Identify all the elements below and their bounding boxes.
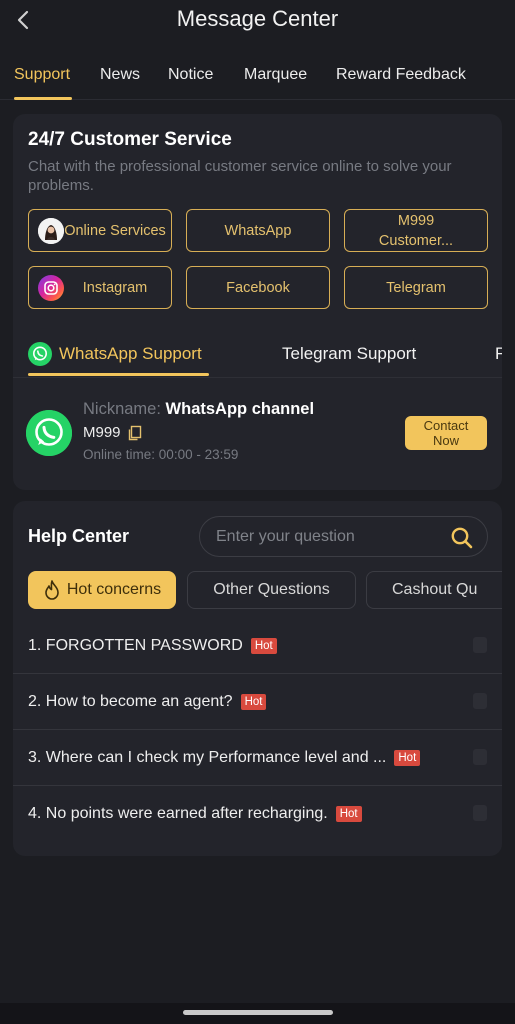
facebook-button[interactable]: Facebook [186, 266, 330, 309]
tab-news[interactable]: News [100, 66, 140, 84]
category-hot-concerns[interactable]: Hot concerns [28, 571, 176, 609]
online-time-label: Online time: [83, 447, 156, 462]
category-cashout-label: Cashout Qu [392, 581, 478, 598]
tab-telegram-support[interactable]: Telegram Support [282, 344, 416, 364]
hot-badge: Hot [250, 638, 277, 654]
account-value: M999 [83, 424, 121, 441]
faq-question-text: 1. FORGOTTEN PASSWORD [28, 637, 243, 654]
m999-customer-button[interactable]: M999 Customer... [344, 209, 488, 252]
m999-customer-label: M999 Customer... [378, 212, 454, 249]
copy-icon[interactable] [127, 425, 143, 441]
faq-item[interactable]: 2. How to become an agent? Hot [13, 674, 502, 730]
nickname-label: Nickname: [83, 400, 161, 418]
help-center-title: Help Center [28, 526, 130, 546]
help-center-card: Help Center Hot concerns Other Questions… [13, 501, 502, 856]
active-tab-indicator [14, 97, 72, 100]
online-time-value: 00:00 - 23:59 [158, 447, 239, 462]
tab-support[interactable]: Support [14, 66, 70, 84]
customer-service-title: 24/7 Customer Service [28, 129, 232, 150]
category-cashout-questions[interactable]: Cashout Qu [366, 571, 502, 609]
hot-badge: Hot [335, 806, 362, 822]
flame-icon [43, 580, 61, 600]
expand-icon [473, 749, 487, 765]
tab-notice[interactable]: Notice [168, 66, 213, 84]
agent-avatar-icon [38, 218, 64, 244]
hot-badge: Hot [240, 694, 267, 710]
contact-now-label: Contact Now [423, 418, 469, 448]
faq-item[interactable]: 1. FORGOTTEN PASSWORD Hot [13, 618, 502, 674]
main-tabs: Support News Notice Marquee Reward Feedb… [0, 58, 515, 100]
category-other-questions-label: Other Questions [213, 581, 330, 598]
instagram-icon [38, 275, 64, 301]
telegram-button[interactable]: Telegram [344, 266, 488, 309]
faq-question: 2. How to become an agent? Hot [28, 693, 267, 711]
search-input[interactable] [214, 526, 444, 548]
page-title: Message Center [176, 6, 339, 31]
faq-question: 4. No points were earned after rechargin… [28, 805, 362, 823]
search-icon[interactable] [449, 525, 475, 551]
customer-service-card: 24/7 Customer Service Chat with the prof… [13, 114, 502, 490]
tab-reward-feedback[interactable]: Reward Feedback [336, 66, 466, 84]
instagram-label: Instagram [82, 279, 148, 296]
expand-icon [473, 637, 487, 653]
online-services-button[interactable]: Online Services [28, 209, 172, 252]
whatsapp-label: WhatsApp [224, 222, 292, 239]
tab-marquee[interactable]: Marquee [244, 66, 307, 84]
faq-question-text: 3. Where can I check my Performance leve… [28, 749, 387, 766]
contact-now-button[interactable]: Contact Now [405, 416, 487, 450]
faq-item[interactable]: 3. Where can I check my Performance leve… [13, 730, 502, 786]
category-other-questions[interactable]: Other Questions [187, 571, 356, 609]
customer-service-subtitle: Chat with the professional customer serv… [28, 158, 452, 194]
whatsapp-logo-icon [26, 410, 72, 456]
home-indicator[interactable] [183, 1010, 333, 1015]
whatsapp-small-icon [28, 342, 52, 366]
tab-more-support[interactable]: F [495, 344, 502, 364]
nickname-row: Nickname: WhatsApp channel [83, 400, 314, 419]
tab-whatsapp-support[interactable]: WhatsApp Support [59, 344, 202, 364]
faq-question: 1. FORGOTTEN PASSWORD Hot [28, 637, 277, 655]
support-tab-indicator [28, 373, 209, 376]
instagram-button[interactable]: Instagram [28, 266, 172, 309]
faq-question-text: 2. How to become an agent? [28, 693, 233, 710]
account-row: M999 [83, 424, 143, 441]
facebook-label: Facebook [226, 279, 290, 296]
hot-badge: Hot [394, 750, 421, 766]
search-box [199, 516, 488, 557]
faq-question-text: 4. No points were earned after rechargin… [28, 805, 328, 822]
expand-icon [473, 693, 487, 709]
faq-item[interactable]: 4. No points were earned after rechargin… [13, 786, 502, 842]
category-hot-concerns-label: Hot concerns [66, 581, 162, 598]
whatsapp-button[interactable]: WhatsApp [186, 209, 330, 252]
top-bar: Message Center [0, 0, 515, 44]
expand-icon [473, 805, 487, 821]
nickname-value: WhatsApp channel [165, 400, 315, 418]
telegram-label: Telegram [386, 279, 446, 296]
online-time-row: Online time: 00:00 - 23:59 [83, 447, 238, 462]
faq-question: 3. Where can I check my Performance leve… [28, 749, 421, 767]
message-center-page: Message Center Support News Notice Marqu… [0, 0, 515, 1024]
support-tabs: WhatsApp Support Telegram Support F [13, 336, 502, 378]
